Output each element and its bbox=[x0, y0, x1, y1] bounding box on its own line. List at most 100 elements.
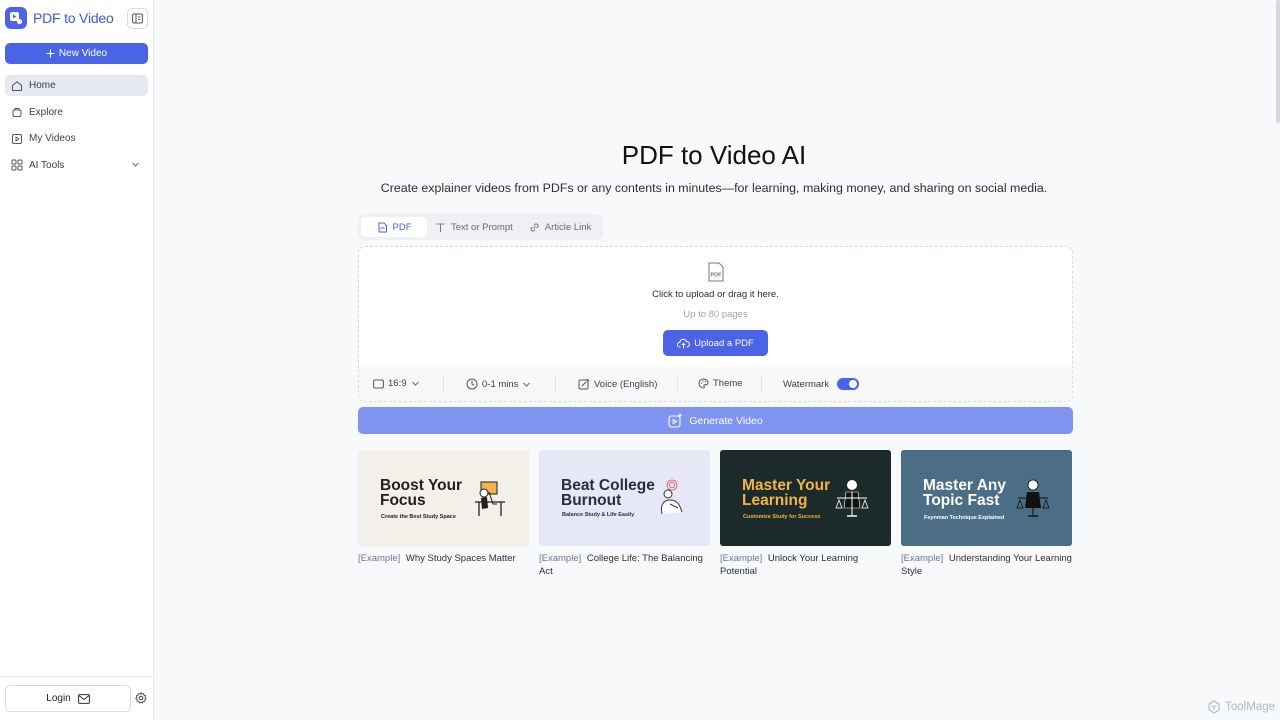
study-desk-illustration bbox=[475, 481, 505, 516]
example-tag: [Example] bbox=[901, 553, 944, 564]
example-tag: [Example] bbox=[720, 553, 763, 564]
divider bbox=[761, 376, 762, 392]
example-thumbnail[interactable]: Boost Your Focus Create the Best Study S… bbox=[358, 450, 529, 546]
thumbnail-title: Master Any Topic Fast bbox=[923, 477, 1006, 509]
pdf-file-icon bbox=[378, 222, 387, 232]
upload-page-limit: Up to 80 pages bbox=[683, 309, 748, 320]
pdf-dropzone[interactable]: PDF Click to upload or drag it here. Up … bbox=[358, 246, 1073, 402]
thumbnail-subtitle: Feynman Technique Explained bbox=[924, 515, 1005, 521]
palette-icon bbox=[698, 378, 709, 389]
sidebar-footer: Login bbox=[0, 676, 154, 720]
theme-select[interactable]: Theme bbox=[698, 378, 743, 389]
upload-button-label: Upload a PDF bbox=[694, 337, 754, 349]
sidebar-item-label: Explore bbox=[29, 106, 63, 118]
sidebar-item-explore[interactable]: Explore bbox=[5, 102, 148, 123]
toolmage-logo-icon bbox=[1208, 700, 1220, 714]
grid-icon bbox=[11, 159, 23, 171]
voice-value: Voice (English) bbox=[594, 378, 658, 390]
thumbnail-title-line: Boost Your bbox=[380, 477, 463, 494]
thumbnail-subtitle: Balance Study & Life Easily bbox=[562, 512, 635, 518]
video-sparkle-icon bbox=[668, 413, 683, 428]
thumbnail-subtitle: Create the Best Study Space bbox=[381, 514, 456, 520]
main-content: PDF to Video AI Create explainer videos … bbox=[154, 0, 1280, 720]
example-thumbnail[interactable]: Master Any Topic Fast Feynman Technique … bbox=[901, 450, 1072, 546]
divider bbox=[443, 376, 444, 392]
example-thumbnail[interactable]: Beat College Burnout Balance Study & Lif… bbox=[539, 450, 710, 546]
thumbnail-title-line: Topic Fast bbox=[923, 492, 1000, 509]
sidebar-item-label: My Videos bbox=[29, 133, 76, 144]
example-thumbnail[interactable]: Master Your Learning Customize Study for… bbox=[720, 450, 891, 546]
gear-icon[interactable] bbox=[135, 692, 147, 704]
thumbnail-title-line: Beat College bbox=[561, 477, 655, 494]
new-video-label: New Video bbox=[58, 48, 108, 59]
thumbnail-subtitle: Customize Study for Success bbox=[743, 514, 821, 520]
sidebar-item-my-videos[interactable]: My Videos bbox=[5, 128, 148, 149]
explore-icon bbox=[11, 106, 23, 118]
link-icon bbox=[530, 222, 539, 232]
upload-pdf-button[interactable]: Upload a PDF bbox=[663, 330, 768, 356]
chevron-down-icon bbox=[523, 382, 531, 387]
toolmage-watermark: ToolMage bbox=[1207, 700, 1275, 714]
chevron-down-icon bbox=[411, 381, 419, 386]
watermark-label: Watermark bbox=[783, 378, 830, 390]
example-card[interactable]: Master Any Topic Fast Feynman Technique … bbox=[901, 450, 1072, 578]
example-tag: [Example] bbox=[358, 553, 401, 564]
tab-text-or-prompt[interactable]: Text or Prompt bbox=[427, 217, 521, 237]
aspect-ratio-icon bbox=[373, 379, 384, 388]
example-caption[interactable]: [Example] Unlock Your Learning Potential bbox=[720, 552, 891, 578]
sidebar-item-label: Home bbox=[29, 80, 56, 91]
pdf-icon: PDF bbox=[708, 262, 724, 282]
thumbnail-title: Master Your Learning bbox=[742, 478, 830, 509]
tab-label: Article Link bbox=[544, 221, 592, 233]
voice-icon bbox=[578, 378, 590, 390]
example-caption[interactable]: [Example] Understanding Your Learning St… bbox=[901, 552, 1072, 578]
home-icon bbox=[11, 80, 23, 92]
example-card[interactable]: Master Your Learning Customize Study for… bbox=[720, 450, 891, 578]
thumbnail-title-line: Master Any bbox=[923, 477, 1006, 494]
tab-label: Text or Prompt bbox=[451, 221, 513, 233]
generate-video-button[interactable]: Generate Video bbox=[358, 407, 1073, 434]
thumbnail-title-line: Burnout bbox=[561, 492, 622, 509]
thumbnail-title-line: Focus bbox=[380, 492, 426, 509]
divider bbox=[677, 376, 678, 392]
example-caption[interactable]: [Example] Why Study Spaces Matter bbox=[358, 552, 529, 565]
example-title: Why Study Spaces Matter bbox=[405, 553, 516, 564]
example-card[interactable]: Boost Your Focus Create the Best Study S… bbox=[358, 450, 529, 565]
aspect-ratio-select[interactable]: 16:9 bbox=[373, 378, 420, 389]
watermark-toggle[interactable] bbox=[837, 378, 860, 390]
example-caption[interactable]: [Example] College Life: The Balancing Ac… bbox=[539, 552, 710, 578]
brand[interactable]: PDF to Video bbox=[5, 7, 114, 29]
page-scrollbar[interactable] bbox=[1276, 0, 1280, 123]
sidebar-toggle-button[interactable] bbox=[127, 8, 148, 29]
video-options-bar: 16:9 0-1 mins Voice (English) Theme Wate… bbox=[359, 367, 1072, 401]
new-video-button[interactable]: New Video bbox=[5, 43, 148, 64]
brand-logo-icon bbox=[5, 7, 27, 29]
tab-pdf[interactable]: PDF bbox=[361, 217, 427, 237]
voice-select[interactable]: Voice (English) bbox=[578, 378, 657, 390]
clock-icon bbox=[466, 378, 478, 390]
sidebar-nav: Home Explore My Videos AI Tools bbox=[5, 75, 148, 181]
stressed-student-illustration bbox=[661, 479, 683, 515]
sidebar: PDF to Video New Video Home Explore My V… bbox=[0, 0, 154, 720]
thumbnail-title: Boost Your Focus bbox=[380, 477, 463, 509]
video-icon bbox=[11, 133, 23, 145]
thumbnail-title-line: Learning bbox=[742, 492, 808, 509]
sidebar-item-ai-tools[interactable]: AI Tools bbox=[5, 155, 148, 176]
text-icon bbox=[436, 223, 445, 232]
login-button[interactable]: Login bbox=[5, 685, 131, 712]
scales-figure-illustration bbox=[835, 480, 869, 517]
chevron-down-icon[interactable] bbox=[131, 160, 140, 169]
duration-select[interactable]: 0-1 mins bbox=[466, 378, 531, 390]
brand-name: PDF to Video bbox=[33, 10, 114, 26]
divider bbox=[555, 376, 556, 392]
duration-value: 0-1 mins bbox=[482, 378, 519, 390]
theme-label: Theme bbox=[713, 378, 743, 389]
sidebar-item-home[interactable]: Home bbox=[5, 75, 148, 96]
login-label: Login bbox=[46, 693, 71, 704]
example-tag: [Example] bbox=[539, 553, 582, 564]
scales-figure-illustration bbox=[1016, 479, 1050, 517]
watermark-setting: Watermark bbox=[783, 378, 860, 390]
example-card[interactable]: Beat College Burnout Balance Study & Lif… bbox=[539, 450, 710, 578]
tab-article-link[interactable]: Article Link bbox=[521, 217, 599, 237]
page-title: PDF to Video AI bbox=[621, 140, 807, 170]
